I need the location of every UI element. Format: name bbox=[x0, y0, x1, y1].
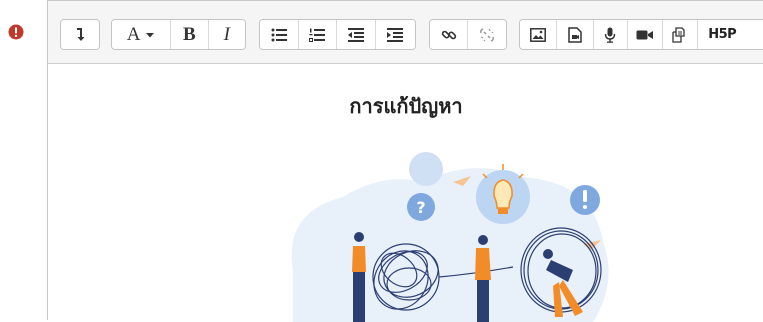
insert-h5p-button[interactable]: H5P bbox=[698, 20, 763, 49]
outdent-icon bbox=[347, 27, 364, 42]
toolbar-group-media: H5P bbox=[519, 19, 763, 50]
italic-label: I bbox=[223, 23, 230, 45]
unlink-icon bbox=[480, 27, 494, 42]
h5p-label: H5P bbox=[708, 27, 737, 42]
insert-media-button[interactable] bbox=[556, 20, 594, 49]
caret-down-icon bbox=[146, 32, 155, 37]
toolbar-group-expand bbox=[60, 19, 100, 50]
indent-button[interactable] bbox=[375, 20, 415, 49]
show-more-buttons-button[interactable] bbox=[61, 20, 99, 49]
unordered-list-button[interactable] bbox=[260, 20, 299, 49]
ordered-list-icon bbox=[309, 28, 326, 42]
indent-icon bbox=[387, 27, 404, 42]
svg-text:?: ? bbox=[416, 198, 425, 217]
toolbar-group-lists bbox=[259, 19, 416, 50]
editor-toolbar: A B I H5P bbox=[48, 1, 763, 64]
image-icon bbox=[529, 27, 546, 42]
rich-text-editor: A B I H5P การแก้ปัญหา ? bbox=[47, 0, 763, 322]
link-button[interactable] bbox=[430, 20, 469, 49]
toolbar-group-text: A B I bbox=[111, 19, 246, 50]
manage-files-icon bbox=[672, 26, 685, 43]
outdent-button[interactable] bbox=[337, 20, 376, 49]
problem-solving-illustration: ? bbox=[291, 152, 609, 322]
link-icon bbox=[441, 30, 456, 39]
insert-image-button[interactable] bbox=[520, 20, 557, 49]
ordered-list-button[interactable] bbox=[298, 20, 337, 49]
unlink-button[interactable] bbox=[468, 20, 506, 49]
font-color-button[interactable]: A bbox=[112, 20, 172, 49]
unordered-list-icon bbox=[271, 28, 287, 41]
editor-content[interactable]: การแก้ปัญหา ? bbox=[48, 64, 763, 322]
manage-files-button[interactable] bbox=[663, 20, 699, 49]
italic-button[interactable]: I bbox=[208, 20, 245, 49]
record-audio-icon bbox=[604, 27, 616, 43]
content-heading: การแก้ปัญหา bbox=[349, 94, 463, 118]
font-color-label: A bbox=[126, 23, 141, 45]
record-audio-button[interactable] bbox=[593, 20, 628, 49]
record-video-icon bbox=[636, 30, 653, 39]
bold-label: B bbox=[182, 23, 196, 45]
media-icon bbox=[568, 26, 582, 43]
required-icon bbox=[8, 24, 24, 40]
toolbar-group-links bbox=[429, 19, 507, 50]
bold-button[interactable]: B bbox=[171, 20, 209, 49]
record-video-button[interactable] bbox=[627, 20, 664, 49]
arrow-down-icon bbox=[77, 27, 85, 41]
